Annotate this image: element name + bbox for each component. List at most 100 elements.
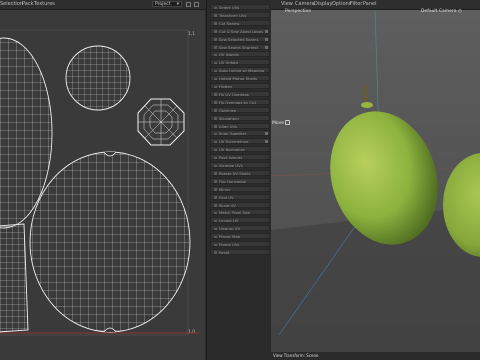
viewport-menu-filter[interactable]: Filter xyxy=(350,1,362,7)
grid-icon[interactable] xyxy=(194,2,199,7)
tool-button[interactable]: UV Normalize xyxy=(210,146,270,153)
toggle-icon[interactable] xyxy=(265,140,268,144)
tool-button-label: Frame UVs xyxy=(219,242,240,247)
uv-layout-canvas[interactable] xyxy=(0,10,205,360)
axis-label: Move xyxy=(272,121,285,126)
tool-button[interactable]: Arrange UVs xyxy=(210,162,270,168)
tool-icon xyxy=(214,117,217,120)
tool-button-label: Optimize xyxy=(219,107,237,113)
toggle-icon[interactable] xyxy=(265,132,268,136)
tool-button-label: Straighten xyxy=(219,115,239,121)
menu-pack[interactable]: Pack xyxy=(22,1,34,7)
move-icon[interactable] xyxy=(285,120,290,125)
tool-button[interactable]: Cut Seams xyxy=(210,19,270,26)
tool-button-label: UV Normalize xyxy=(219,147,245,153)
tool-button[interactable]: Pack Islands xyxy=(210,154,270,161)
tool-button-label: Flatten xyxy=(219,84,233,89)
project-dropdown[interactable]: Project ▾ xyxy=(152,1,182,7)
tool-icon xyxy=(214,196,217,199)
uv-shell-large-bottom[interactable] xyxy=(28,150,193,335)
menu-textures[interactable]: Textures xyxy=(34,1,55,7)
tool-button[interactable]: Cut & Sew Along Loops xyxy=(210,27,270,34)
tool-icon xyxy=(214,164,217,167)
tool-button[interactable]: Auto Unfold w/ Mapping xyxy=(210,67,270,74)
menu-selection[interactable]: Selection xyxy=(0,1,23,7)
tool-button-label: Transform UVs xyxy=(219,12,247,18)
tool-button-label: Arrange UVs xyxy=(219,163,243,168)
uv-shell-small-circle[interactable] xyxy=(60,40,140,120)
tool-button-label: UV Islands xyxy=(219,52,239,58)
tool-icon xyxy=(214,109,217,112)
tool-icon xyxy=(214,188,217,191)
project-dropdown-label: Project xyxy=(155,2,171,7)
tool-button-label: Rotate UV Shells xyxy=(219,170,251,176)
tool-button[interactable]: Match Texel Size xyxy=(210,209,270,216)
tool-button[interactable]: Flip Horizontal xyxy=(210,177,270,184)
tool-button-label: Sew Seams Shortest xyxy=(219,44,259,50)
toggle-icon[interactable] xyxy=(265,29,268,33)
tool-button[interactable]: Layout UV xyxy=(210,217,270,224)
tool-button-label: Reset xyxy=(219,249,230,255)
uv-tool-panel: Select UVs Transform UVs Cut Seams Cut & Se… xyxy=(206,0,272,360)
tool-button[interactable]: Fix Overlaps by Cut xyxy=(210,98,270,105)
tool-icon xyxy=(214,93,217,96)
tool-button[interactable]: Scale UV xyxy=(210,201,270,208)
tool-button[interactable]: Flatten xyxy=(210,83,270,89)
viewport-scene[interactable] xyxy=(271,10,480,352)
tool-button[interactable]: Unwrap UV xyxy=(210,225,270,232)
viewport-menu-camera[interactable]: Camera xyxy=(295,1,315,7)
tool-button[interactable]: Sew Seams Shortest xyxy=(210,43,270,50)
chevron-down-icon: ▾ xyxy=(176,2,179,7)
tool-button[interactable]: Select UVs xyxy=(210,4,270,10)
tool-button[interactable]: Snap Together xyxy=(210,130,270,137)
tool-button[interactable]: UV Islands xyxy=(210,51,270,58)
perspective-label: Perspective xyxy=(285,9,312,14)
tool-button[interactable]: UV Symmetrize xyxy=(210,138,270,145)
viewport-menu-display[interactable]: Display xyxy=(314,1,332,7)
viewport-menu-options[interactable]: Options xyxy=(332,1,351,7)
tool-button-label: UV Symmetrize xyxy=(219,139,249,145)
tool-button[interactable]: Straighten xyxy=(210,114,270,121)
tool-button[interactable]: Transform UVs xyxy=(210,11,270,18)
tool-button[interactable]: Planar Map xyxy=(210,233,270,240)
tool-button-label: Match Texel Size xyxy=(219,210,251,216)
tool-button-label: UV Unfold xyxy=(219,60,238,66)
tool-button-label: Fix UV Overlaps xyxy=(219,91,249,97)
tool-icon xyxy=(214,77,217,81)
tool-icon xyxy=(214,53,217,57)
tool-button-label: Cut & Sew Along Loops xyxy=(219,28,264,34)
tool-button[interactable]: Frame UVs xyxy=(210,241,270,247)
tool-button-label: Scale UV xyxy=(219,202,236,208)
tool-button[interactable]: Align UVs xyxy=(210,122,270,129)
tool-button-label: Grid UV xyxy=(219,194,234,200)
tool-button[interactable]: Optimize xyxy=(210,106,270,113)
tool-button[interactable]: Mirror xyxy=(210,185,270,192)
tool-button[interactable]: Reset xyxy=(210,248,270,255)
tool-icon xyxy=(214,204,217,207)
tool-button-label: Flip Horizontal xyxy=(219,178,247,184)
tool-button[interactable]: Grid UV xyxy=(210,193,270,200)
toggle-icon[interactable] xyxy=(265,37,268,41)
tool-button[interactable]: Sew Selected Seams xyxy=(210,35,270,42)
viewport-3d[interactable]: View Camera Display Options Filter Panel xyxy=(271,0,480,360)
tool-button[interactable]: UV Unfold xyxy=(210,59,270,66)
lock-icon[interactable] xyxy=(186,2,191,7)
camera-label[interactable]: Default Camera ◷ xyxy=(421,9,462,14)
tool-icon xyxy=(214,14,217,17)
tool-icon xyxy=(214,219,217,223)
tool-icon xyxy=(214,227,217,231)
tool-button[interactable]: Fix UV Overlaps xyxy=(210,90,270,97)
status-text: View Transform: Scene xyxy=(273,353,319,358)
tool-button-label: Auto Unfold w/ Mapping xyxy=(219,68,265,74)
tool-button[interactable]: Rotate UV Shells xyxy=(210,169,270,176)
tool-icon xyxy=(214,148,217,152)
viewport-menu-panel[interactable]: Panel xyxy=(363,1,377,7)
tool-button[interactable]: Unfold Planar Shells xyxy=(210,75,270,82)
tool-icon xyxy=(214,172,217,175)
uv-editor[interactable]: 1,1 1,0 xyxy=(0,10,205,360)
viewport-menu-view[interactable]: View xyxy=(281,1,293,7)
tool-icon xyxy=(214,46,217,49)
uv-shell-octagon[interactable] xyxy=(137,98,185,146)
toggle-icon[interactable] xyxy=(265,45,268,49)
uv-shell-left-strip[interactable] xyxy=(0,220,30,335)
